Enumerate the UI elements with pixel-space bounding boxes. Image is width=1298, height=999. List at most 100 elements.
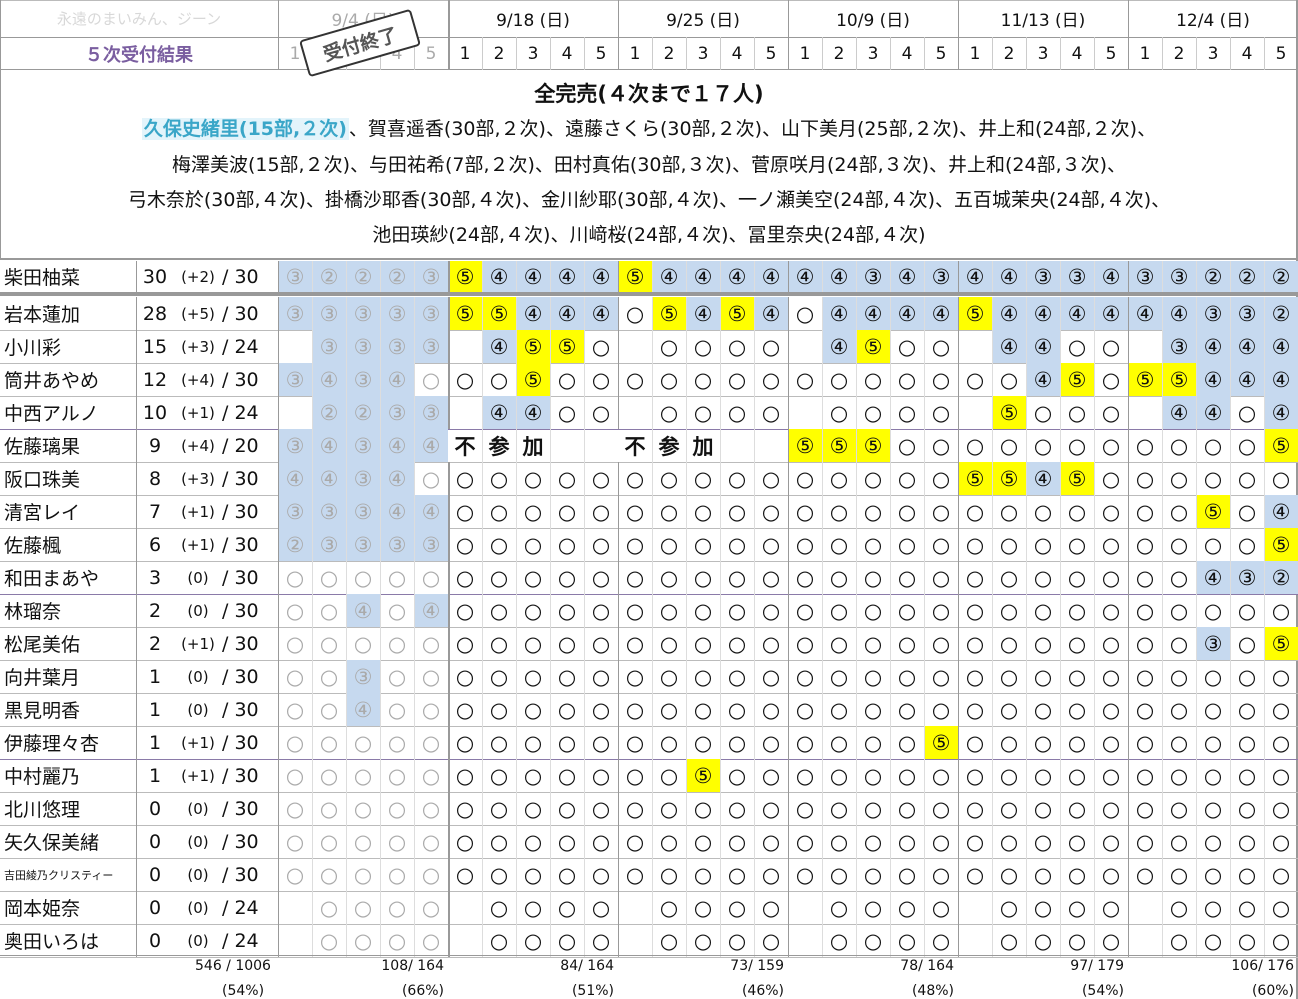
unsold-cell: ○	[1203, 664, 1223, 689]
cell-line	[1060, 261, 1061, 292]
cell-line	[890, 528, 891, 561]
part-header: 3	[527, 43, 539, 64]
cell-line	[380, 858, 381, 891]
cell-line	[550, 759, 551, 792]
cell-line	[1162, 660, 1163, 693]
header-line	[1162, 37, 1163, 70]
no-slot-cell	[788, 924, 822, 957]
unsold-cell: ○	[659, 565, 679, 590]
cell-line	[1196, 924, 1197, 957]
unsold-cell: ○	[829, 829, 849, 854]
no-slot-cell	[618, 396, 652, 429]
cell-line	[346, 627, 347, 660]
unsold-cell: ○	[999, 664, 1019, 689]
cell-line	[1128, 726, 1129, 759]
count-delta: (+3)	[181, 337, 215, 356]
cell-line	[652, 726, 653, 759]
unsold-cell: ○	[455, 796, 475, 821]
cell-line	[822, 528, 823, 561]
unsold-cell: ○	[1237, 631, 1257, 656]
cell-line	[278, 528, 279, 561]
part-header: 2	[663, 43, 675, 64]
cell-line	[924, 726, 925, 759]
unsold-cell: ○	[829, 730, 849, 755]
unsold-cell: ○	[965, 532, 985, 557]
cell-line	[1162, 594, 1163, 627]
unsold-cell: ○	[999, 433, 1019, 458]
cell-line	[380, 261, 381, 292]
cell-line	[720, 726, 721, 759]
cell-line	[1264, 726, 1265, 759]
cell-line	[414, 825, 415, 858]
date-header: 11/13 (日)	[1000, 11, 1086, 31]
cell-line	[584, 627, 585, 660]
row-line	[136, 330, 137, 363]
cell-line	[550, 495, 551, 528]
member-name: 佐藤楓	[4, 535, 62, 557]
cell-line	[482, 726, 483, 759]
unsold-cell: ○	[1237, 598, 1257, 623]
unsold-cell: ○	[659, 334, 679, 359]
unsold-cell: ○	[1135, 763, 1155, 788]
cell-line	[414, 627, 415, 660]
unsold-cell: ○	[489, 367, 509, 392]
quota-total: / 30	[222, 830, 259, 853]
unsold-cell: ○	[659, 664, 679, 689]
unsold-cell: ○	[1101, 664, 1121, 689]
cell-line	[1026, 792, 1027, 825]
cell-line	[890, 462, 891, 495]
unsold-cell: ○	[1169, 598, 1189, 623]
cell-line	[686, 759, 687, 792]
cell-line	[1196, 462, 1197, 495]
part-header: 3	[697, 43, 709, 64]
unsold-cell: ○	[591, 565, 611, 590]
unsold-cell: ○	[387, 697, 407, 722]
cell-line	[686, 396, 687, 429]
sold-cell: ③	[1026, 261, 1060, 292]
sold-cell: ④	[482, 396, 516, 429]
part-header: 5	[1105, 43, 1117, 64]
cell-line	[448, 759, 450, 792]
sold-cell: ④	[346, 594, 380, 627]
cell-line	[346, 462, 347, 495]
sold-cell: ④	[856, 297, 890, 330]
cell-line	[822, 627, 823, 660]
date-header: 9/18 (日)	[496, 11, 570, 31]
unsold-cell: ○	[897, 565, 917, 590]
no-slot-cell	[788, 330, 822, 363]
unsold-cell: ○	[931, 334, 951, 359]
cell-line	[924, 462, 925, 495]
cell-line	[584, 297, 585, 330]
banner-line-1-rest: 、賀喜遥香(30部,２次)、遠藤さくら(30部,２次)、山下美月(25部,２次)…	[348, 118, 1157, 140]
unsold-cell: ○	[863, 730, 883, 755]
unsold-cell: ○	[1169, 565, 1189, 590]
unsold-cell: ○	[761, 697, 781, 722]
cell-line	[1128, 429, 1129, 462]
unsold-cell: ○	[319, 796, 339, 821]
unsold-cell: ○	[1237, 763, 1257, 788]
cell-line	[856, 561, 857, 594]
row-line	[136, 924, 137, 957]
unsold-cell: ○	[931, 763, 951, 788]
cell-line	[856, 363, 857, 396]
cell-line	[482, 330, 483, 363]
cell-line	[822, 693, 823, 726]
unsold-cell: ○	[659, 466, 679, 491]
unsold-cell: ○	[353, 730, 373, 755]
cell-line	[312, 528, 313, 561]
unsold-cell: ○	[625, 829, 645, 854]
unsold-cell: ○	[421, 565, 441, 590]
unsold-cell: ○	[863, 466, 883, 491]
cell-line	[516, 528, 517, 561]
sold-cell: ④	[686, 261, 720, 292]
quota-total: / 30	[222, 632, 259, 655]
unsold-cell: ○	[1237, 532, 1257, 557]
cell-line	[1060, 462, 1061, 495]
unsold-cell: ○	[489, 499, 509, 524]
cell-line	[856, 759, 857, 792]
cell-line	[686, 891, 687, 924]
cell-line	[448, 363, 450, 396]
cell-line	[788, 891, 789, 924]
cell-line	[346, 396, 347, 429]
cell-line	[856, 627, 857, 660]
